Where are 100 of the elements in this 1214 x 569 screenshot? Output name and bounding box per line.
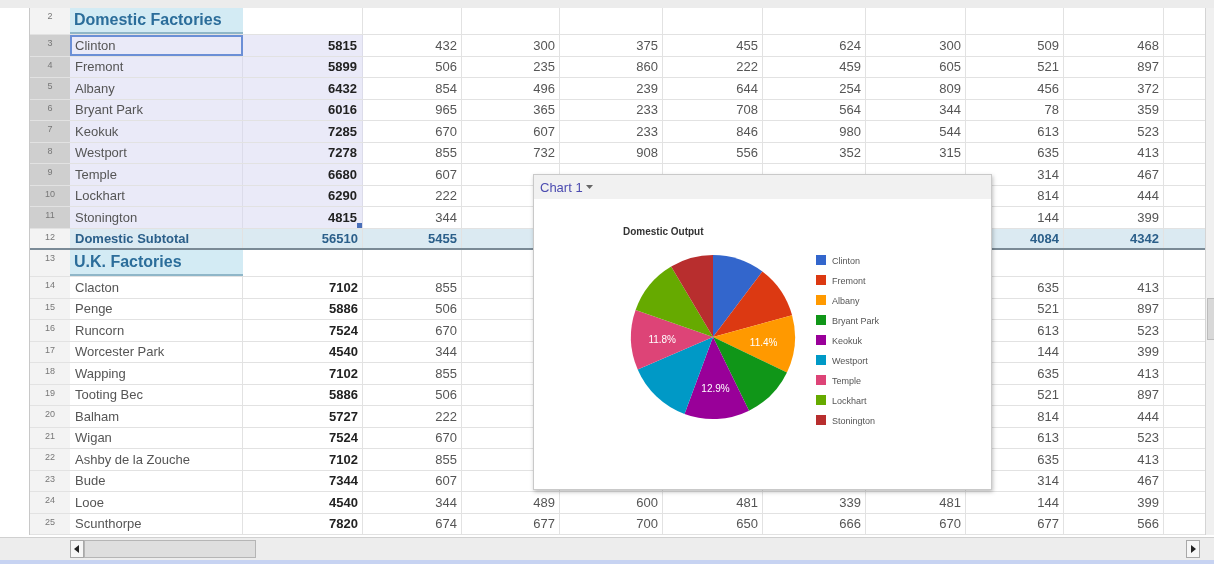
table-cell-text: 607	[434, 165, 458, 184]
table-cell-text: 344	[434, 493, 458, 512]
table-cell: 7278	[243, 142, 363, 163]
table-cell-text: 222	[434, 187, 458, 206]
section-heading: Domestic Factories	[70, 8, 243, 34]
row-number[interactable]: 12	[30, 228, 70, 248]
table-cell-text: 855	[434, 364, 458, 383]
table-cell-text: 708	[735, 101, 759, 120]
table-cell-text: 4084	[1029, 229, 1060, 248]
row-number[interactable]: 20	[30, 406, 70, 427]
table-cell-text: 300	[938, 36, 962, 55]
scroll-thumb[interactable]	[84, 540, 256, 558]
row-number[interactable]: 11	[30, 207, 70, 228]
table-cell-text: 635	[1036, 364, 1060, 383]
legend-label: Lockhart	[832, 396, 867, 406]
table-cell-text: Balham	[74, 407, 121, 426]
table-cell-text: 670	[434, 321, 458, 340]
table-cell-text: Runcorn	[74, 321, 126, 340]
chart-panel[interactable]: Chart 1 Domestic Output 11.4% 12.9% 11.8% Clinton Fremont Albany Bryant Park Keokuk Westport Temple Lockhart Stonington	[533, 174, 992, 490]
table-cell-text: 809	[938, 79, 962, 98]
table-cell-text: 233	[635, 122, 659, 141]
table-cell-text: 4540	[328, 343, 359, 362]
table-cell-text: Penge	[74, 300, 114, 319]
table-cell-text: 670	[434, 429, 458, 448]
table-cell-text: 566	[1136, 515, 1160, 534]
table-cell-text: 459	[838, 58, 862, 77]
table-cell-text: 650	[735, 515, 759, 534]
table-cell-text: 144	[1036, 343, 1060, 362]
table-cell-text: 605	[938, 58, 962, 77]
row-number[interactable]: 25	[30, 513, 70, 534]
table-cell-text: 624	[838, 36, 862, 55]
table-cell-text: 506	[434, 58, 458, 77]
row-number[interactable]: 4	[30, 56, 70, 77]
row-number[interactable]: 5	[30, 78, 70, 99]
table-cell-text: 544	[938, 122, 962, 141]
table-cell-text: 315	[938, 144, 962, 163]
vertical-scrollbar[interactable]	[1205, 8, 1214, 535]
row-number[interactable]: 14	[30, 277, 70, 298]
row-number[interactable]: 9	[30, 164, 70, 185]
table-cell-text: 635	[1036, 450, 1060, 469]
legend-label: Fremont	[832, 276, 866, 286]
table-cell-text: Clacton	[74, 278, 121, 297]
horizontal-scrollbar[interactable]	[0, 537, 1214, 560]
row-number[interactable]: 10	[30, 185, 70, 206]
row-number[interactable]: 21	[30, 427, 70, 448]
row-number[interactable]: 13	[30, 250, 70, 276]
table-cell-text: 222	[735, 58, 759, 77]
table-cell-text: 235	[532, 58, 556, 77]
row-number[interactable]: 3	[30, 35, 70, 56]
row-number[interactable]: 23	[30, 470, 70, 491]
table-cell-text: 359	[1136, 101, 1160, 120]
table-cell: Westport	[70, 142, 243, 163]
row-number[interactable]: 7	[30, 121, 70, 142]
table-cell: Lockhart	[70, 185, 243, 206]
table-cell-text: 239	[635, 79, 659, 98]
table-cell-text: 677	[1036, 515, 1060, 534]
table-cell-text: 607	[532, 122, 556, 141]
table-cell-text: 613	[1036, 429, 1060, 448]
table-cell-text: 855	[434, 450, 458, 469]
table-cell: Clinton	[70, 35, 243, 56]
row-number[interactable]: 15	[30, 298, 70, 319]
table-cell-text: 509	[1036, 36, 1060, 55]
table-cell-text: 254	[838, 79, 862, 98]
table-cell-text: 456	[1036, 79, 1060, 98]
table-cell-text: 814	[1036, 407, 1060, 426]
row-number[interactable]: 16	[30, 320, 70, 341]
table-cell-text: 399	[1136, 208, 1160, 227]
table-cell-text: 506	[434, 386, 458, 405]
table-cell-text: 613	[1036, 321, 1060, 340]
table-cell-text: Looe	[74, 493, 105, 512]
row-number[interactable]: 6	[30, 99, 70, 120]
table-cell-text: 897	[1136, 300, 1160, 319]
table-cell-text: 144	[1036, 493, 1060, 512]
table-cell-text: 700	[635, 515, 659, 534]
row-number[interactable]: 17	[30, 341, 70, 362]
table-cell-text: 372	[1136, 79, 1160, 98]
fill-handle[interactable]	[357, 222, 362, 228]
row-number[interactable]: 8	[30, 142, 70, 163]
table-cell-text: 670	[434, 122, 458, 141]
table-cell-text: 732	[532, 144, 556, 163]
row-number[interactable]: 24	[30, 492, 70, 513]
table-cell-text: 413	[1136, 450, 1160, 469]
table-cell-text: 965	[434, 101, 458, 120]
table-cell-text: 455	[735, 36, 759, 55]
row-number[interactable]: 2	[30, 8, 70, 34]
table-cell-text: 4342	[1129, 229, 1160, 248]
chart-menu[interactable]: Chart 1	[540, 179, 593, 195]
row-number[interactable]: 18	[30, 363, 70, 384]
table-cell-text: 78	[1043, 101, 1060, 120]
table-cell-text: 855	[434, 144, 458, 163]
table-cell-text: Scunthorpe	[74, 515, 143, 534]
row-number[interactable]: 19	[30, 384, 70, 405]
table-cell-text: 399	[1136, 343, 1160, 362]
table-cell-text: Wapping	[74, 364, 127, 383]
legend-label: Clinton	[832, 256, 860, 266]
table-cell-text: 7102	[328, 364, 359, 383]
table-cell-text: 521	[1036, 300, 1060, 319]
table-cell-text: Worcester Park	[74, 343, 166, 362]
row-number[interactable]: 22	[30, 449, 70, 470]
slice-label: 12.9%	[701, 382, 730, 394]
